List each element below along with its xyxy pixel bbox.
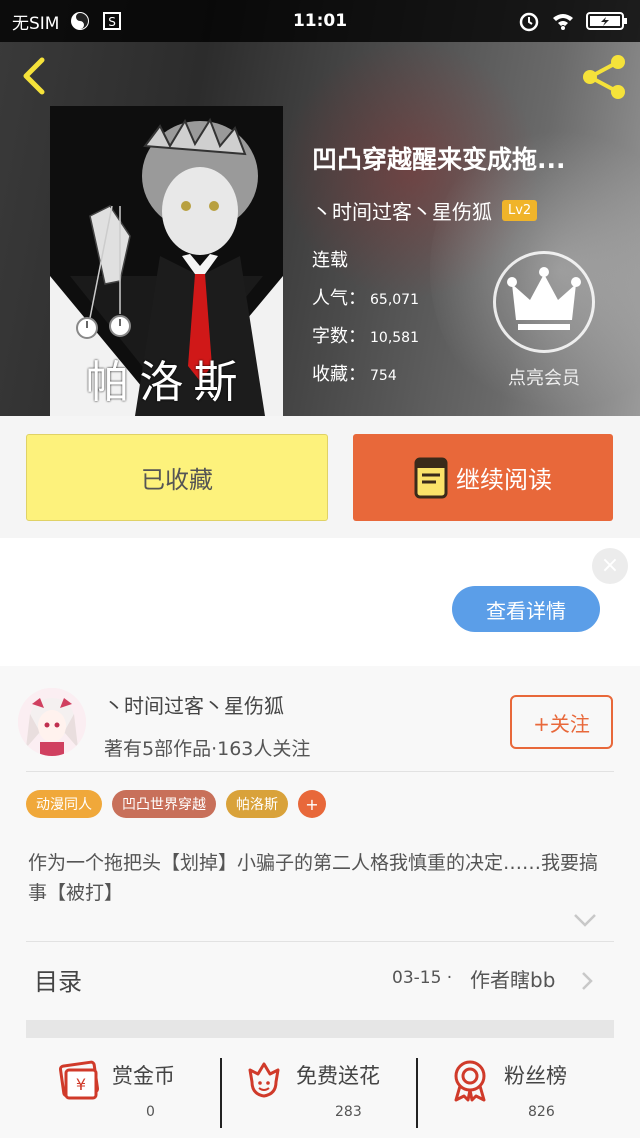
bottom-action-bar: ¥ 赏金币 0 免费送花 283 粉丝榜 826: [0, 1046, 640, 1138]
tag-item[interactable]: 凹凸世界穿越: [112, 790, 216, 818]
continue-reading-label: 继续阅读: [456, 466, 552, 494]
gold-coin-label: 赏金币: [112, 1064, 175, 1088]
author-meta: 著有5部作品·163人关注: [104, 738, 311, 760]
chevron-down-icon[interactable]: [572, 910, 598, 930]
fan-ranking[interactable]: 粉丝榜 826: [440, 1046, 640, 1138]
book-description: 作为一个拖把头【划掉】小骗子的第二人格我慎重的决定……我要搞事【被打】: [28, 852, 599, 904]
share-icon[interactable]: [578, 52, 630, 102]
clock: 11:01: [292, 11, 348, 31]
vip-crown-button[interactable]: [493, 251, 595, 353]
popularity-value: 65,071: [370, 292, 419, 308]
separator: [416, 1058, 418, 1128]
popularity-stat: 人气： 65,071: [312, 284, 419, 310]
add-tag-button[interactable]: +: [298, 790, 326, 818]
book-title: 凹凸穿越醒来变成拖...: [312, 145, 566, 174]
serial-status: 连载: [312, 250, 348, 271]
favorites-label: 收藏：: [312, 364, 366, 385]
author-avatar[interactable]: [18, 688, 86, 756]
continue-reading-button[interactable]: 继续阅读: [353, 434, 613, 521]
medal-icon: [454, 1060, 486, 1102]
free-flower-label: 免费送花: [296, 1064, 380, 1088]
book-info-section: 丶时间过客丶星伤狐 著有5部作品·163人关注 +关注 动漫同人 凹凸世界穿越 …: [0, 666, 640, 1138]
favorites-stat: 收藏： 754: [312, 360, 397, 386]
status-bar: 无SIM S 11:01: [0, 0, 640, 42]
popularity-label: 人气：: [312, 288, 366, 309]
chevron-right-icon: [582, 972, 593, 990]
follow-button[interactable]: +关注: [510, 695, 613, 749]
word-count-value: 10,581: [370, 330, 419, 346]
fan-ranking-label: 粉丝榜: [504, 1064, 567, 1088]
flower-icon: [248, 1062, 280, 1098]
collected-button[interactable]: 已收藏: [26, 434, 328, 521]
ad-banner: × 查看详情: [0, 538, 640, 666]
book-icon: [414, 457, 448, 498]
collected-label: 已收藏: [141, 466, 213, 494]
section-separator: [26, 1020, 614, 1038]
crown-icon: [507, 267, 581, 330]
tag-item[interactable]: 动漫同人: [26, 790, 102, 818]
close-ad-button[interactable]: ×: [592, 548, 628, 584]
book-author-line: 丶时间过客丶星伤狐 Lv2: [312, 196, 538, 225]
gold-coin-icon: ¥: [58, 1060, 100, 1100]
view-details-button[interactable]: 查看详情: [452, 586, 600, 632]
free-flower[interactable]: 免费送花 283: [240, 1046, 440, 1138]
author-level-badge: Lv2: [502, 200, 538, 221]
toc-latest-chapter: 作者瞎bb: [470, 968, 556, 992]
separator: [220, 1058, 222, 1128]
action-bar: 已收藏 继续阅读: [0, 416, 640, 538]
tag-list: 动漫同人 凹凸世界穿越 帕洛斯 +: [26, 790, 326, 818]
word-count-stat: 字数： 10,581: [312, 322, 419, 348]
free-flower-count: 283: [335, 1104, 362, 1120]
vip-label[interactable]: 点亮会员: [493, 364, 595, 390]
follow-label: +关注: [533, 711, 590, 736]
svg-text:¥: ¥: [76, 1075, 86, 1094]
book-author[interactable]: 丶时间过客丶星伤狐: [312, 196, 492, 225]
word-count-label: 字数：: [312, 326, 366, 347]
gold-coin-count: 0: [146, 1104, 155, 1120]
divider: [26, 771, 614, 772]
tag-item[interactable]: 帕洛斯: [226, 790, 288, 818]
book-header: 无SIM S 11:01 帕洛斯 凹凸穿越醒来变成拖... 丶时间过客丶星伤狐 …: [0, 0, 640, 416]
back-arrow-icon[interactable]: [16, 54, 52, 98]
author-name[interactable]: 丶时间过客丶星伤狐: [104, 690, 284, 719]
avatar-image: [18, 688, 86, 756]
view-details-label: 查看详情: [486, 598, 566, 623]
toc-label: 目录: [34, 968, 82, 996]
cover-title-text: 帕洛斯: [85, 357, 248, 408]
book-cover[interactable]: 帕洛斯: [50, 106, 283, 416]
fan-ranking-count: 826: [528, 1104, 555, 1120]
toc-update-date: 03-15 ·: [392, 968, 453, 988]
table-of-contents-row[interactable]: 目录 03-15 · 作者瞎bb: [0, 942, 640, 1018]
favorites-value: 754: [370, 368, 397, 384]
